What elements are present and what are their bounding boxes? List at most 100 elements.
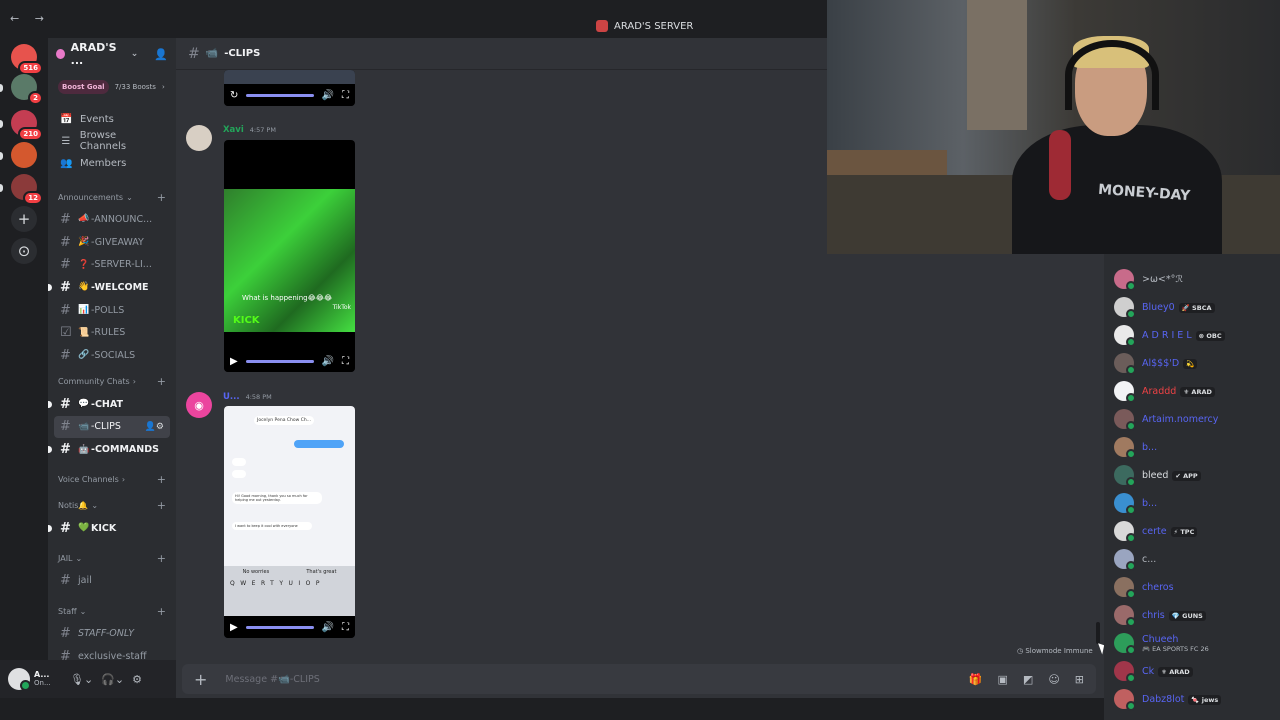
discover-icon[interactable]: ⊙ xyxy=(11,238,37,264)
apps-icon[interactable]: ⊞ xyxy=(1075,673,1084,686)
fullscreen-icon[interactable]: ⛶ xyxy=(342,356,349,367)
user-info[interactable]: A... On... xyxy=(34,671,62,687)
add-channel-icon[interactable]: + xyxy=(157,605,166,618)
fullscreen-icon[interactable]: ⛶ xyxy=(342,622,349,633)
replay-icon[interactable]: ↻ xyxy=(230,90,238,101)
server-icon-1[interactable]: 516 xyxy=(11,44,43,75)
discord-logo-avatar[interactable]: ◉ xyxy=(186,392,212,418)
member-item[interactable]: >ω<*°ℛ xyxy=(1114,266,1183,292)
play-icon[interactable]: ▶ xyxy=(230,622,238,633)
add-server-button[interactable]: + xyxy=(11,206,37,232)
microphone xyxy=(1049,130,1071,200)
hash-icon: # xyxy=(60,573,71,589)
category-community-chats[interactable]: Community Chats › + xyxy=(48,371,176,393)
gift-icon[interactable]: 🎁 xyxy=(969,673,983,686)
member-info: Dabz8lot 🍬 jews xyxy=(1142,694,1222,705)
boost-goal[interactable]: Boost Goal 7/33 Boosts › xyxy=(58,80,176,94)
channel-exclusive-staff[interactable]: # exclusive-staff xyxy=(48,645,176,660)
member-item[interactable]: Bluey0 🚀 SBCA xyxy=(1114,294,1215,320)
avatar xyxy=(1114,549,1136,571)
add-channel-icon[interactable]: + xyxy=(157,552,166,565)
member-info: Araddd ⚜ ARAD xyxy=(1142,386,1215,397)
member-item[interactable]: bleed ✔ APP xyxy=(1114,462,1201,488)
server-icon-3[interactable]: 210 xyxy=(11,110,43,141)
fullscreen-icon[interactable]: ⛶ xyxy=(342,90,349,101)
member-item[interactable]: c... xyxy=(1114,546,1156,572)
member-item[interactable]: Artaim.nomercy xyxy=(1114,406,1218,432)
avatar[interactable] xyxy=(8,668,31,691)
server-icon-4[interactable] xyxy=(11,142,37,168)
channel-jail[interactable]: # jail xyxy=(48,570,176,593)
category-notis[interactable]: Notis🔔 ⌄ + xyxy=(48,495,176,517)
channel-server-links[interactable]: # ❓ -SERVER-LI... xyxy=(48,253,176,276)
channel-kick[interactable]: # 💚 KICK xyxy=(48,517,176,540)
member-item[interactable]: cheros xyxy=(1114,574,1174,600)
channel-welcome[interactable]: # 👋 -WELCOME xyxy=(48,276,176,299)
video-progress[interactable] xyxy=(245,359,314,363)
category-staff[interactable]: Staff ⌄ + xyxy=(48,600,176,622)
member-item[interactable]: A D R I E L ⊗ OBC xyxy=(1114,322,1225,348)
message-author[interactable]: Xavi xyxy=(223,125,244,135)
guild-header[interactable]: ARAD'S ... ⌄ 👤 xyxy=(48,38,176,70)
microphone-icon[interactable]: 🎙⌄ xyxy=(70,673,93,686)
nav-events[interactable]: 📅 Events xyxy=(48,108,176,130)
headphones-icon[interactable]: 🎧⌄ xyxy=(101,673,124,686)
member-item[interactable]: b... xyxy=(1114,434,1157,460)
video-embed[interactable]: Jocelyn Pena Chow Ch... Hi! Good morning… xyxy=(224,406,355,638)
video-progress[interactable] xyxy=(246,93,314,97)
channel-polls[interactable]: # 📊 -POLLS xyxy=(48,299,176,322)
member-item[interactable]: Chueeh 🎮 EA SPORTS FC 26 xyxy=(1114,630,1209,656)
upload-plus-icon[interactable]: + xyxy=(194,670,207,689)
category-voice-channels[interactable]: Voice Channels › + xyxy=(48,469,176,491)
channel-socials[interactable]: # 🔗 -SOCIALS xyxy=(48,344,176,367)
channel-rules[interactable]: ☑ 📜 -RULES xyxy=(48,321,176,344)
message-placeholder[interactable]: Message #📹-CLIPS xyxy=(225,674,319,685)
avatar xyxy=(1114,689,1136,711)
scrollbar[interactable] xyxy=(1096,622,1100,644)
sticker-icon[interactable]: ◩ xyxy=(1023,673,1033,686)
add-channel-icon[interactable]: + xyxy=(157,473,166,486)
category-announcements[interactable]: Announcements ⌄ + xyxy=(48,186,176,208)
channel-announcements[interactable]: # 📣 -ANNOUNC... xyxy=(48,208,176,231)
nav-browse-channels[interactable]: ☰ Browse Channels xyxy=(48,130,176,152)
history-nav-arrows[interactable]: ← → xyxy=(10,12,50,25)
category-label: Community Chats xyxy=(58,377,130,387)
add-channel-icon[interactable]: + xyxy=(157,375,166,388)
channel-giveaway[interactable]: # 🎉 -GIVEAWAY xyxy=(48,231,176,254)
channel-clips[interactable]: # 📹 -CLIPS 👤⚙ xyxy=(54,415,170,439)
emoji-icon[interactable]: ☺ xyxy=(1048,673,1059,686)
server-icon-5[interactable]: 12 xyxy=(11,174,43,205)
channel-settings-icons[interactable]: 👤⚙ xyxy=(145,422,164,432)
member-item[interactable]: certe ⚡ TPC xyxy=(1114,518,1198,544)
server-icon-2[interactable]: 2 xyxy=(11,74,43,105)
video-progress[interactable] xyxy=(245,625,314,629)
volume-icon[interactable]: 🔊 xyxy=(322,356,334,367)
category-jail[interactable]: JAIL ⌄ + xyxy=(48,548,176,570)
play-icon[interactable]: ▶ xyxy=(230,356,238,367)
channel-emoji: ❓ xyxy=(78,259,90,270)
add-channel-icon[interactable]: + xyxy=(157,499,166,512)
volume-icon[interactable]: 🔊 xyxy=(322,90,334,101)
video-controls: ↻ 🔊 ⛶ xyxy=(224,84,355,106)
gear-icon[interactable]: ⚙ xyxy=(132,673,142,686)
video-embed[interactable]: ↻ 🔊 ⛶ xyxy=(224,70,355,106)
invite-icon[interactable]: 👤 xyxy=(154,48,168,61)
message-author[interactable]: U... xyxy=(223,392,240,402)
member-item[interactable]: Ck ⚜ ARAD xyxy=(1114,658,1193,684)
add-channel-icon[interactable]: + xyxy=(157,191,166,204)
member-item[interactable]: chris 💎 GUNS xyxy=(1114,602,1206,628)
gif-icon[interactable]: ▣ xyxy=(998,673,1008,686)
nav-members[interactable]: 👥 Members xyxy=(48,152,176,174)
message-input[interactable]: + Message #📹-CLIPS 🎁 ▣ ◩ ☺ ⊞ xyxy=(182,664,1096,694)
channel-chat[interactable]: # 💬 -CHAT xyxy=(48,393,176,416)
member-item[interactable]: Dabz8lot 🍬 jews xyxy=(1114,686,1222,712)
chevron-down-icon[interactable]: ⌄ xyxy=(131,49,139,59)
video-embed[interactable]: What is happening😂😂😂 TikTok KICK ▶ 🔊 ⛶ xyxy=(224,140,355,372)
member-item[interactable]: Araddd ⚜ ARAD xyxy=(1114,378,1215,404)
volume-icon[interactable]: 🔊 xyxy=(322,622,334,633)
channel-staff-only[interactable]: # STAFF-ONLY xyxy=(48,622,176,645)
avatar[interactable] xyxy=(186,125,212,151)
member-item[interactable]: Al$$$'D 💫 xyxy=(1114,350,1198,376)
member-item[interactable]: b... xyxy=(1114,490,1157,516)
channel-commands[interactable]: # 🤖 -COMMANDS xyxy=(48,438,176,461)
